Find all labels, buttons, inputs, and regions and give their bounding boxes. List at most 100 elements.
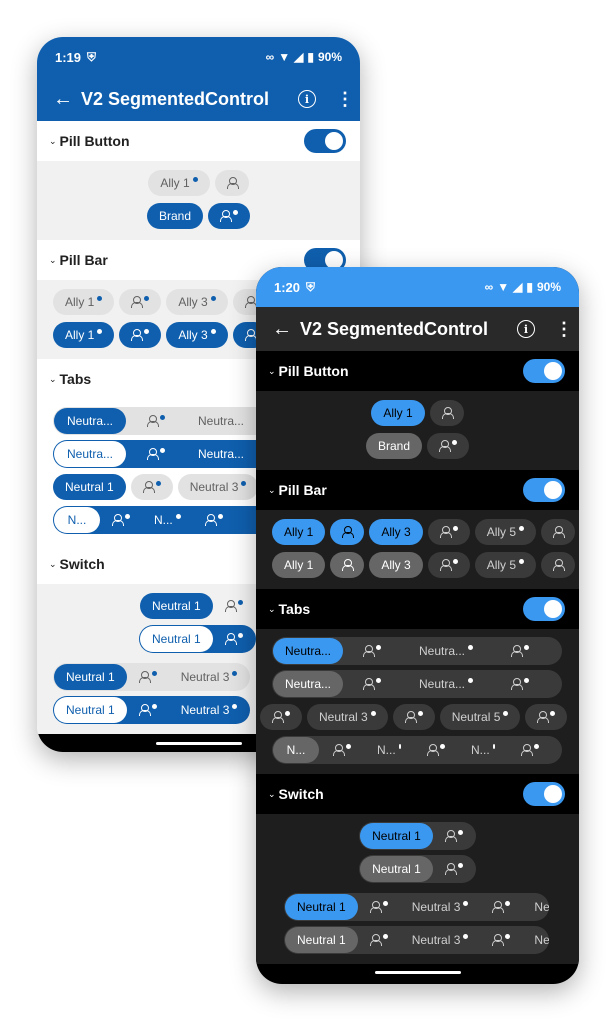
info-icon[interactable]: i bbox=[298, 90, 316, 108]
tab-neutral[interactable]: Neutra... bbox=[273, 638, 343, 664]
tab-neutral[interactable]: Neutra... bbox=[401, 638, 491, 664]
pill-person[interactable] bbox=[541, 552, 576, 578]
switch-person[interactable] bbox=[213, 626, 255, 652]
tab-person[interactable] bbox=[413, 737, 459, 763]
switch-person[interactable] bbox=[433, 856, 475, 882]
pill-person[interactable] bbox=[427, 552, 470, 578]
tab-neutral[interactable]: Neutra... bbox=[186, 408, 256, 434]
tab-neutral[interactable]: Neutra... bbox=[54, 408, 126, 434]
info-icon[interactable]: i bbox=[517, 320, 535, 338]
section-toggle[interactable] bbox=[523, 478, 565, 502]
switch-person[interactable] bbox=[433, 823, 475, 849]
tab-neutral-1[interactable]: Neutral 1 bbox=[53, 474, 126, 500]
switch-neutral-1[interactable]: Neutral 1 bbox=[54, 664, 127, 690]
pill-button-ally[interactable]: Ally 1 bbox=[371, 400, 425, 426]
switch-ne[interactable]: Ne bbox=[522, 927, 549, 953]
pill-button-person[interactable] bbox=[427, 433, 470, 459]
pill-ally-5[interactable]: Ally 5 bbox=[474, 552, 537, 578]
section-toggle[interactable] bbox=[523, 782, 565, 806]
pill-ally-1[interactable]: Ally 1 bbox=[272, 552, 326, 578]
switch-person[interactable] bbox=[358, 927, 400, 953]
tab-neutral-5[interactable]: Neutral 5 bbox=[439, 704, 521, 730]
tab-n[interactable]: N... bbox=[142, 507, 193, 533]
pill-ally-3[interactable]: Ally 3 bbox=[166, 289, 228, 315]
tab-person[interactable] bbox=[491, 638, 549, 664]
section-toggle[interactable] bbox=[304, 129, 346, 153]
tab-neutral-3[interactable]: Neutral 3 bbox=[177, 474, 259, 500]
switch-neutral-3[interactable]: Neutral 3 bbox=[400, 927, 481, 953]
back-arrow-icon[interactable]: ← bbox=[272, 318, 300, 341]
tab-neutral[interactable]: Neutra... bbox=[273, 671, 343, 697]
pill-ally-1[interactable]: Ally 1 bbox=[53, 322, 115, 348]
pill-button-brand[interactable]: Brand bbox=[146, 203, 204, 229]
pill-ally-3[interactable]: Ally 3 bbox=[166, 322, 228, 348]
more-options-icon[interactable]: ⋮ bbox=[336, 89, 354, 110]
tab-n[interactable]: N... bbox=[365, 737, 413, 763]
pill-ally-1[interactable]: Ally 1 bbox=[272, 519, 326, 545]
pill-person[interactable] bbox=[330, 519, 365, 545]
switch-person[interactable] bbox=[480, 927, 522, 953]
tab-neutral[interactable]: Neutra... bbox=[54, 441, 126, 467]
section-toggle[interactable] bbox=[523, 359, 565, 383]
tab-person[interactable] bbox=[100, 507, 142, 533]
more-options-icon[interactable]: ⋮ bbox=[555, 319, 573, 340]
back-arrow-icon[interactable]: ← bbox=[53, 88, 81, 111]
switch-neutral-1[interactable]: Neutral 1 bbox=[140, 626, 213, 652]
tab-n[interactable]: N... bbox=[459, 737, 507, 763]
tab-person[interactable] bbox=[507, 737, 553, 763]
pill-ally-3[interactable]: Ally 3 bbox=[369, 552, 423, 578]
pill-button-person[interactable] bbox=[429, 400, 464, 426]
switch-neutral-1[interactable]: Neutral 1 bbox=[140, 593, 213, 619]
tab-person[interactable] bbox=[126, 408, 186, 434]
pill-button-brand[interactable]: Brand bbox=[365, 433, 423, 459]
section-header-switch[interactable]: ⌄ Switch bbox=[256, 774, 579, 814]
tab-neutral-3[interactable]: Neutral 3 bbox=[307, 704, 388, 730]
switch-neutral-1[interactable]: Neutral 1 bbox=[285, 894, 358, 920]
switch-person[interactable] bbox=[358, 894, 400, 920]
pill-button-person[interactable] bbox=[214, 170, 249, 196]
tab-neutral[interactable]: Neutra... bbox=[401, 671, 491, 697]
tab-person[interactable] bbox=[260, 704, 302, 730]
pill-ally-1[interactable]: Ally 1 bbox=[53, 289, 115, 315]
tab-person[interactable] bbox=[392, 704, 435, 730]
tab-person[interactable] bbox=[491, 671, 549, 697]
home-handle[interactable] bbox=[374, 970, 461, 974]
tab-person[interactable] bbox=[319, 737, 365, 763]
switch-neutral-1[interactable]: Neutral 1 bbox=[360, 823, 433, 849]
switch-neutral-1[interactable]: Neutral 1 bbox=[54, 697, 127, 723]
tab-person[interactable] bbox=[525, 704, 568, 730]
section-header-pill-button[interactable]: ⌄ Pill Button bbox=[37, 121, 360, 161]
switch-neutral-1[interactable]: Neutral 1 bbox=[285, 927, 358, 953]
tab-person[interactable] bbox=[130, 474, 173, 500]
pill-person[interactable] bbox=[119, 289, 162, 315]
section-header-pill-bar[interactable]: ⌄ Pill Bar bbox=[256, 470, 579, 510]
tab-person[interactable] bbox=[343, 638, 401, 664]
pill-person[interactable] bbox=[330, 552, 365, 578]
section-header-pill-button[interactable]: ⌄ Pill Button bbox=[256, 351, 579, 391]
tab-n[interactable]: N... bbox=[273, 737, 319, 763]
section-toggle[interactable] bbox=[523, 597, 565, 621]
section-header-tabs[interactable]: ⌄ Tabs bbox=[256, 589, 579, 629]
switch-neutral-1[interactable]: Neutral 1 bbox=[360, 856, 433, 882]
switch-ne[interactable]: Ne bbox=[522, 894, 549, 920]
tab-n[interactable]: N... bbox=[54, 507, 100, 533]
home-handle[interactable] bbox=[155, 741, 242, 745]
tab-person[interactable] bbox=[126, 441, 186, 467]
tab-person[interactable] bbox=[343, 671, 401, 697]
pill-ally-5[interactable]: Ally 5 bbox=[474, 519, 537, 545]
switch-person[interactable] bbox=[480, 894, 522, 920]
pill-button-person-brand[interactable] bbox=[208, 203, 251, 229]
switch-person[interactable] bbox=[213, 593, 255, 619]
switch-neutral-3[interactable]: Neutral 3 bbox=[169, 697, 250, 723]
switch-neutral-3[interactable]: Neutral 3 bbox=[400, 894, 481, 920]
tab-neutral[interactable]: Neutra... bbox=[186, 441, 256, 467]
switch-person[interactable] bbox=[127, 664, 169, 690]
pill-button-ally[interactable]: Ally 1 bbox=[148, 170, 210, 196]
pill-person[interactable] bbox=[427, 519, 470, 545]
pill-person[interactable] bbox=[541, 519, 576, 545]
switch-person[interactable] bbox=[127, 697, 169, 723]
tab-person[interactable] bbox=[193, 507, 235, 533]
pill-person[interactable] bbox=[119, 322, 162, 348]
switch-neutral-3[interactable]: Neutral 3 bbox=[169, 664, 250, 690]
pill-ally-3[interactable]: Ally 3 bbox=[369, 519, 423, 545]
